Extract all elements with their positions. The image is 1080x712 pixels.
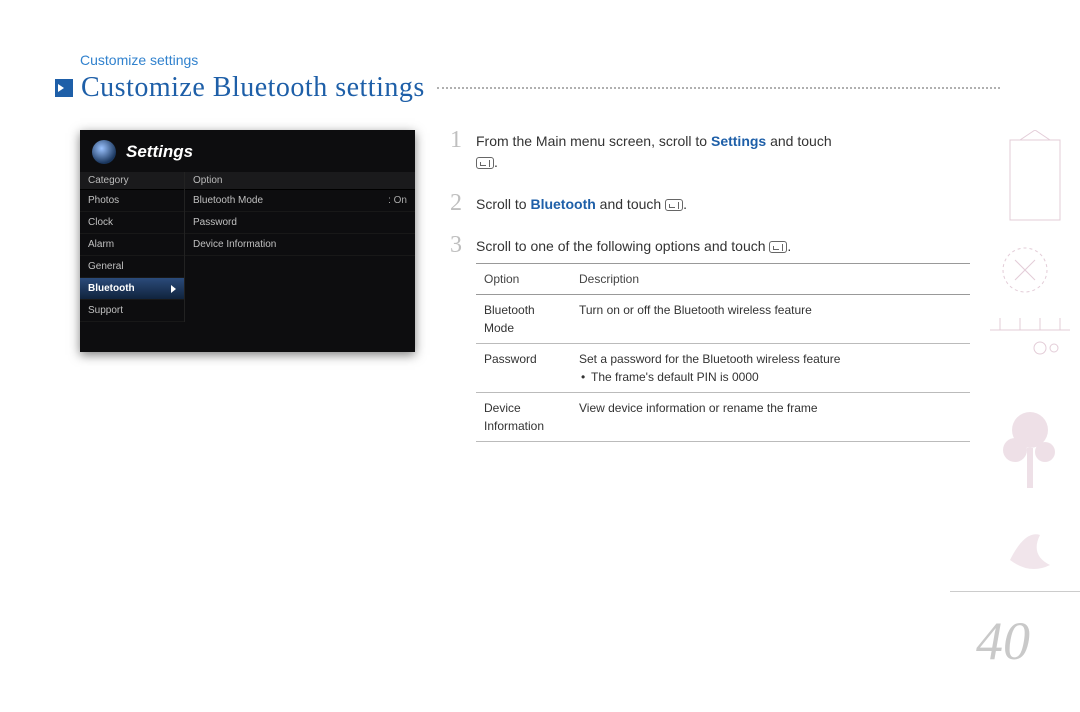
title-arrow-icon bbox=[55, 79, 73, 97]
category-row: Photos bbox=[80, 190, 184, 212]
step-number: 1 bbox=[450, 128, 476, 152]
page-number: 40 bbox=[976, 610, 1030, 672]
enter-icon bbox=[665, 199, 683, 211]
enter-icon bbox=[769, 241, 787, 253]
option-row: Device Information bbox=[185, 234, 415, 256]
cell-option-desc: View device information or rename the fr… bbox=[571, 393, 970, 442]
option-label: Password bbox=[193, 217, 407, 228]
table-row: PasswordSet a password for the Bluetooth… bbox=[476, 344, 970, 393]
bullet-note: The frame's default PIN is 0000 bbox=[579, 368, 962, 386]
step-text: and touch bbox=[766, 133, 831, 149]
dotted-rule bbox=[437, 87, 1000, 89]
highlight-bluetooth: Bluetooth bbox=[530, 196, 595, 212]
sidebar-illustration bbox=[970, 130, 1080, 590]
options-table: Option Description Bluetooth ModeTurn on… bbox=[476, 263, 970, 442]
title-bar: Customize Bluetooth settings bbox=[55, 72, 1000, 104]
category-row: General bbox=[80, 256, 184, 278]
option-label: Device Information bbox=[193, 239, 407, 250]
cell-option-name: Password bbox=[476, 344, 571, 393]
th-option: Option bbox=[476, 264, 571, 295]
th-description: Description bbox=[571, 264, 970, 295]
period: . bbox=[787, 238, 791, 254]
step-number: 2 bbox=[450, 191, 476, 215]
period: . bbox=[494, 154, 498, 170]
table-row: Device InformationView device informatio… bbox=[476, 393, 970, 442]
cell-option-name: Device Information bbox=[476, 393, 571, 442]
step-text: and touch bbox=[596, 196, 665, 212]
step-text: Scroll to bbox=[476, 196, 530, 212]
step-3: 3 Scroll to one of the following options… bbox=[450, 233, 970, 442]
enter-icon bbox=[476, 157, 494, 169]
breadcrumb: Customize settings bbox=[80, 52, 198, 68]
settings-screenshot: Settings Category PhotosClockAlarmGenera… bbox=[80, 130, 415, 352]
cell-option-name: Bluetooth Mode bbox=[476, 295, 571, 344]
option-value: : On bbox=[388, 195, 407, 206]
col-header-category: Category bbox=[80, 172, 184, 190]
step-2: 2 Scroll to Bluetooth and touch . bbox=[450, 191, 970, 215]
category-row: Clock bbox=[80, 212, 184, 234]
category-row: Bluetooth bbox=[80, 278, 184, 300]
cell-option-desc: Set a password for the Bluetooth wireles… bbox=[571, 344, 970, 393]
gear-icon bbox=[92, 140, 116, 164]
option-row: Bluetooth Mode: On bbox=[185, 190, 415, 212]
cell-option-desc: Turn on or off the Bluetooth wireless fe… bbox=[571, 295, 970, 344]
step-text: From the Main menu screen, scroll to bbox=[476, 133, 711, 149]
step-text: Scroll to one of the following options a… bbox=[476, 238, 769, 254]
page-title: Customize Bluetooth settings bbox=[81, 72, 425, 104]
option-label: Bluetooth Mode bbox=[193, 195, 388, 206]
period: . bbox=[683, 196, 687, 212]
page-rule bbox=[950, 591, 1080, 592]
step-number: 3 bbox=[450, 233, 476, 257]
table-row: Bluetooth ModeTurn on or off the Bluetoo… bbox=[476, 295, 970, 344]
screenshot-title: Settings bbox=[126, 142, 193, 162]
step-1: 1 From the Main menu screen, scroll to S… bbox=[450, 128, 970, 173]
highlight-settings: Settings bbox=[711, 133, 766, 149]
instruction-steps: 1 From the Main menu screen, scroll to S… bbox=[450, 128, 970, 460]
col-header-option: Option bbox=[185, 172, 415, 190]
category-row: Support bbox=[80, 300, 184, 322]
category-row: Alarm bbox=[80, 234, 184, 256]
option-row: Password bbox=[185, 212, 415, 234]
